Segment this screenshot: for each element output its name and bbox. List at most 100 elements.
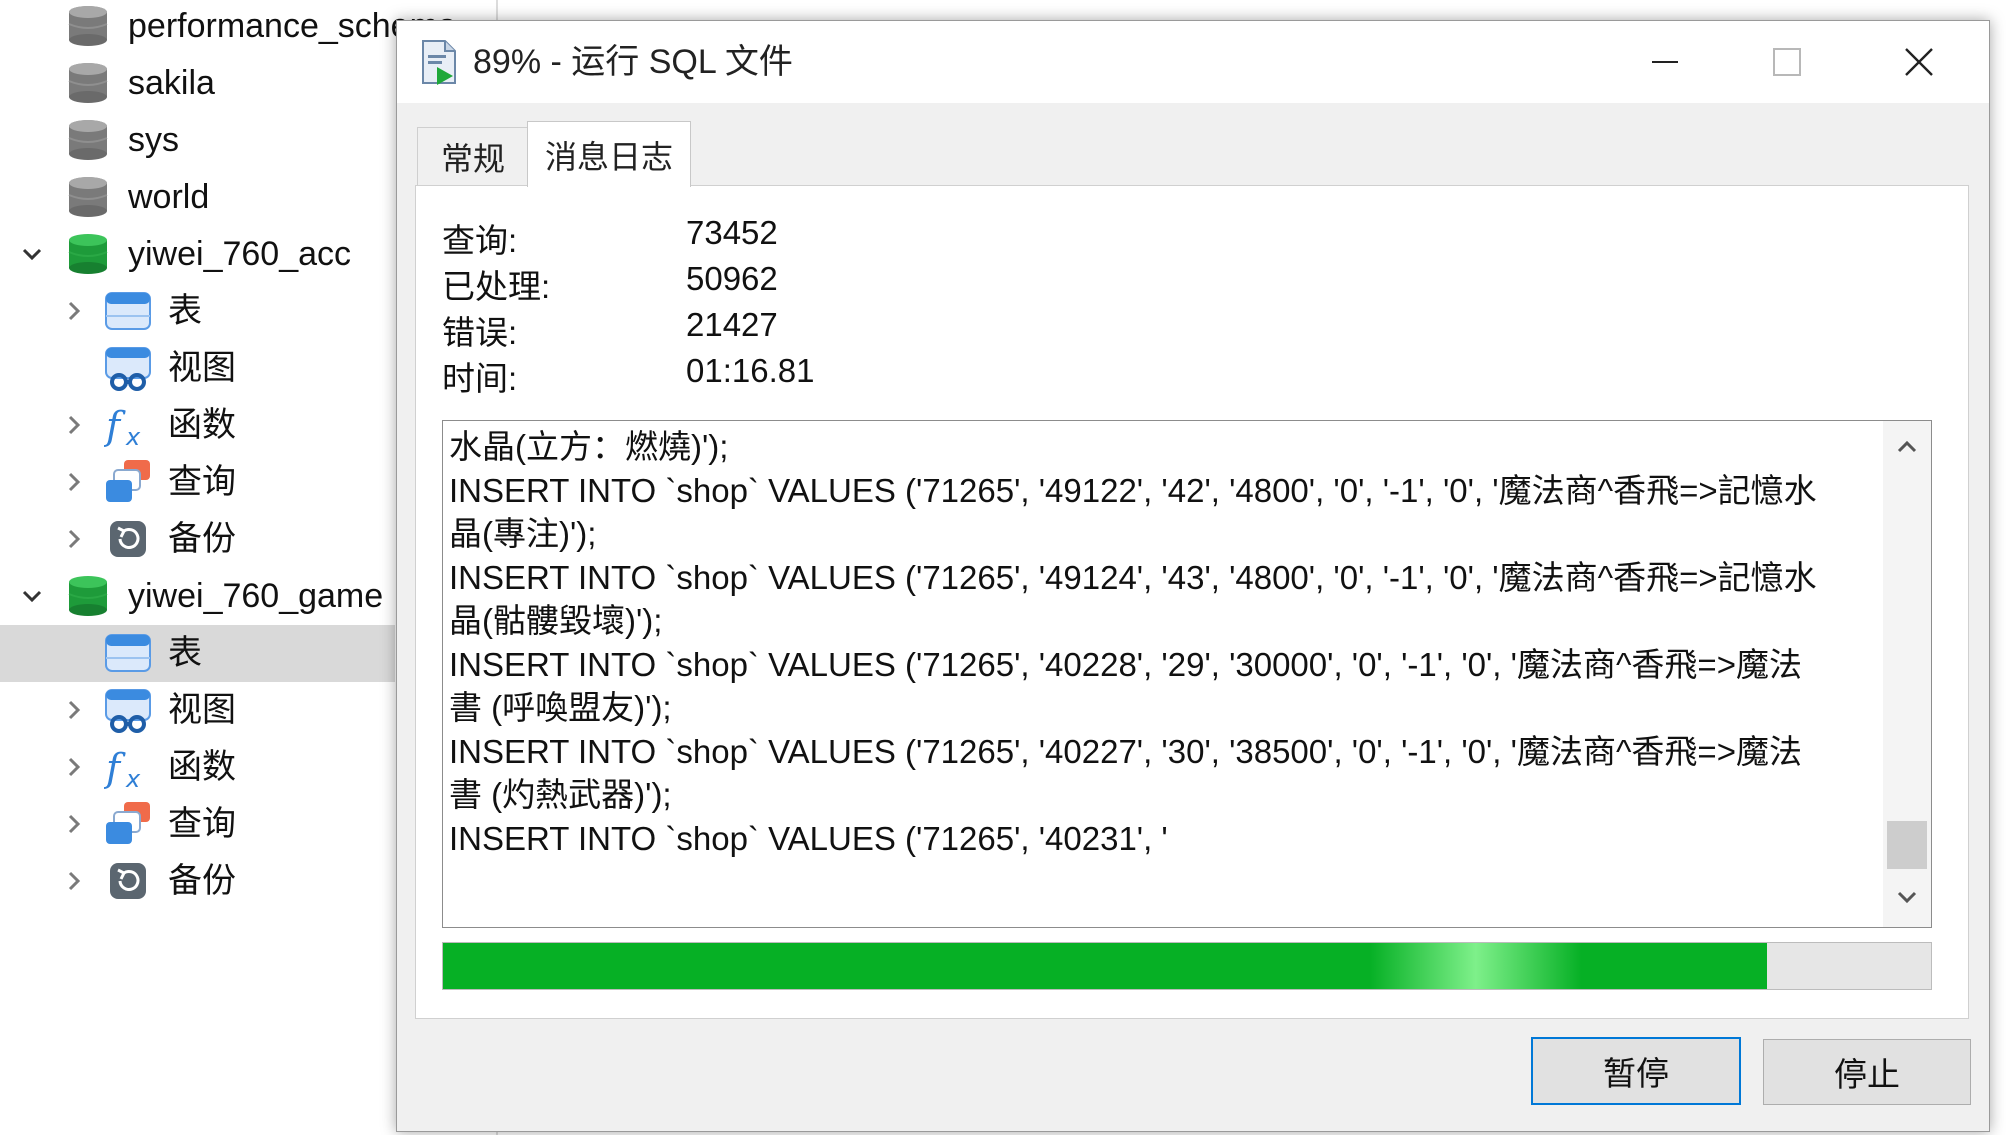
chevron-right-icon[interactable]	[60, 753, 88, 781]
tree-item-label: 查询	[168, 463, 236, 501]
chevron-right-icon[interactable]	[60, 696, 88, 724]
log-scrollbar[interactable]	[1883, 421, 1931, 927]
tree-item-label: yiwei_760_acc	[128, 235, 352, 273]
title-bar[interactable]: 89% - 运行 SQL 文件	[397, 21, 1989, 103]
tab-message-log[interactable]: 消息日志	[527, 121, 691, 187]
log-line: 晶(專注)');	[449, 515, 597, 552]
svg-text:x: x	[125, 423, 141, 449]
database-connected-icon	[64, 230, 112, 278]
progress-fill	[443, 943, 1767, 989]
tree-item[interactable]: 视图	[0, 682, 395, 739]
tree-item[interactable]: f x 函数	[0, 739, 395, 796]
scroll-up-icon[interactable]	[1893, 433, 1921, 461]
scroll-thumb[interactable]	[1887, 821, 1927, 869]
minimize-button[interactable]	[1605, 21, 1725, 103]
close-icon	[1905, 48, 1933, 76]
dialog-title: 89% - 运行 SQL 文件	[473, 43, 793, 81]
tree-item-label: yiwei_760_game	[128, 577, 384, 615]
progress-bar	[442, 942, 1932, 990]
tree-item[interactable]: yiwei_760_game	[0, 568, 395, 625]
tab-general[interactable]: 常规	[417, 127, 529, 186]
tree-item-label: 表	[168, 634, 202, 672]
close-button[interactable]	[1859, 21, 1979, 103]
stat-time-value: 01:16.81	[686, 352, 815, 389]
maximize-icon	[1773, 48, 1801, 76]
log-line: INSERT INTO `shop` VALUES ('71265', '402…	[449, 819, 1168, 857]
chevron-right-icon[interactable]	[60, 525, 88, 553]
tree-item[interactable]: f x 函数	[0, 397, 395, 454]
chevron-down-icon[interactable]	[18, 240, 46, 268]
tree-item[interactable]: 视图	[0, 340, 395, 397]
sql-file-run-icon	[422, 40, 456, 85]
database-icon	[64, 2, 112, 50]
run-sql-file-dialog: 89% - 运行 SQL 文件 常规 消息日志 查询: 73452 已处理: 5…	[396, 20, 1990, 1132]
tree-item-label: 查询	[168, 805, 236, 843]
tree-item-label: 备份	[168, 520, 236, 558]
tree-item[interactable]: world	[0, 169, 395, 226]
tree-item-label: 表	[168, 292, 202, 330]
log-line: INSERT INTO `shop` VALUES ('71265', '491…	[449, 558, 1817, 596]
tree-item[interactable]: 查询	[0, 796, 395, 853]
stat-processed-label: 已处理:	[442, 268, 551, 305]
log-line: 書 (呼喚盟友)');	[449, 689, 672, 726]
database-icon	[64, 173, 112, 221]
tab-message-log-label: 消息日志	[544, 138, 673, 175]
database-icon	[64, 116, 112, 164]
stat-queries-label: 查询:	[442, 222, 518, 259]
query-icon	[104, 458, 152, 506]
tree-item-label: 函数	[168, 406, 236, 444]
minimize-icon	[1652, 61, 1678, 63]
chevron-right-icon[interactable]	[60, 810, 88, 838]
log-line: INSERT INTO `shop` VALUES ('71265', '491…	[449, 471, 1817, 509]
tree-item-label: 函数	[168, 748, 236, 786]
function-icon: fx	[103, 743, 152, 793]
maximize-button[interactable]	[1727, 21, 1847, 103]
tree-item[interactable]: performance_schema	[0, 0, 457, 55]
log-line: 書 (灼熱武器)');	[449, 776, 672, 813]
tree-item-label: world	[128, 178, 210, 216]
stat-errors-label: 错误:	[442, 314, 518, 351]
tree-item[interactable]: 表	[0, 625, 395, 682]
tree-item[interactable]: 备份	[0, 853, 395, 910]
tree-item-label: 视图	[168, 349, 236, 387]
view-icon	[104, 686, 152, 734]
backup-icon	[104, 857, 152, 905]
tab-general-label: 常规	[440, 141, 505, 177]
tree-item[interactable]: sakila	[0, 55, 395, 112]
table-icon	[104, 287, 152, 335]
chevron-right-icon[interactable]	[60, 411, 88, 439]
stop-button[interactable]: 停止	[1763, 1039, 1971, 1105]
svg-text:f: f	[104, 746, 126, 790]
stat-errors-value: 21427	[686, 306, 778, 343]
query-icon	[104, 800, 152, 848]
pause-button[interactable]: 暂停	[1531, 1037, 1741, 1105]
message-log-textarea[interactable]: 水晶(立方：燃燒)'); INSERT INTO `shop` VALUES (…	[442, 420, 1932, 928]
table-icon	[104, 629, 152, 677]
stat-queries-value: 73452	[686, 214, 778, 251]
view-icon	[104, 344, 152, 392]
message-log-panel: 查询: 73452 已处理: 50962 错误: 21427 时间: 01:16…	[415, 185, 1969, 1019]
svg-text:x: x	[125, 765, 141, 791]
log-text: 水晶(立方：燃燒)'); INSERT INTO `shop` VALUES (…	[449, 425, 1881, 860]
stat-time-label: 时间:	[442, 360, 518, 397]
tree-item[interactable]: 查询	[0, 454, 395, 511]
chevron-down-icon[interactable]	[18, 582, 46, 610]
tree-item-label: sys	[128, 121, 179, 159]
svg-text:f: f	[104, 404, 126, 448]
tree-item[interactable]: sys	[0, 112, 395, 169]
tree-item[interactable]: 备份	[0, 511, 395, 568]
tree-item-label: 视图	[168, 691, 236, 729]
tree-item[interactable]: 表	[0, 283, 395, 340]
database-connected-icon	[64, 572, 112, 620]
log-line: INSERT INTO `shop` VALUES ('71265', '402…	[449, 732, 1802, 770]
tree-item-label: sakila	[128, 64, 215, 102]
scroll-down-icon[interactable]	[1893, 883, 1921, 911]
log-line: 晶(骷髏毀壞)');	[449, 602, 663, 639]
chevron-right-icon[interactable]	[60, 867, 88, 895]
log-line: INSERT INTO `shop` VALUES ('71265', '402…	[449, 645, 1802, 683]
tree-item[interactable]: yiwei_760_acc	[0, 226, 395, 283]
chevron-right-icon[interactable]	[60, 468, 88, 496]
log-line: 水晶(立方：燃燒)');	[449, 428, 729, 465]
chevron-right-icon[interactable]	[60, 297, 88, 325]
function-icon: fx	[103, 401, 152, 451]
